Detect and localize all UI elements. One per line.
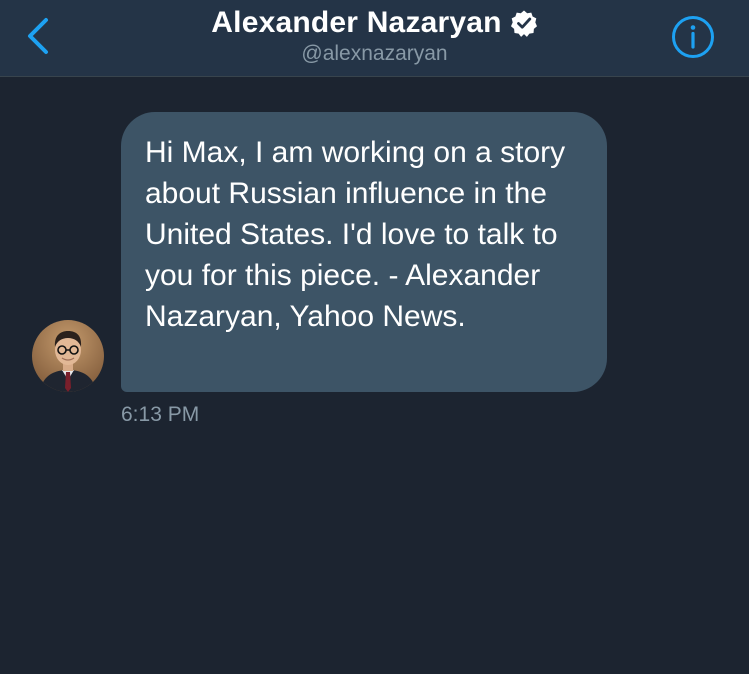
title-row: Alexander Nazaryan xyxy=(211,4,537,42)
header-title-group[interactable]: Alexander Nazaryan @alexnazaryan xyxy=(0,4,749,66)
contact-name: Alexander Nazaryan xyxy=(211,6,502,39)
message-bubble[interactable]: Hi Max, I am working on a story about Ru… xyxy=(121,112,607,392)
message-timestamp: 6:13 PM xyxy=(121,403,200,426)
info-button[interactable] xyxy=(670,14,716,60)
conversation-header: Alexander Nazaryan @alexnazaryan xyxy=(0,0,749,77)
message-text: Hi Max, I am working on a story about Ru… xyxy=(145,136,566,333)
info-icon xyxy=(672,16,714,58)
contact-handle: @alexnazaryan xyxy=(301,42,448,65)
verified-badge-icon xyxy=(510,10,537,37)
avatar[interactable] xyxy=(32,320,104,392)
avatar-photo xyxy=(32,320,104,392)
